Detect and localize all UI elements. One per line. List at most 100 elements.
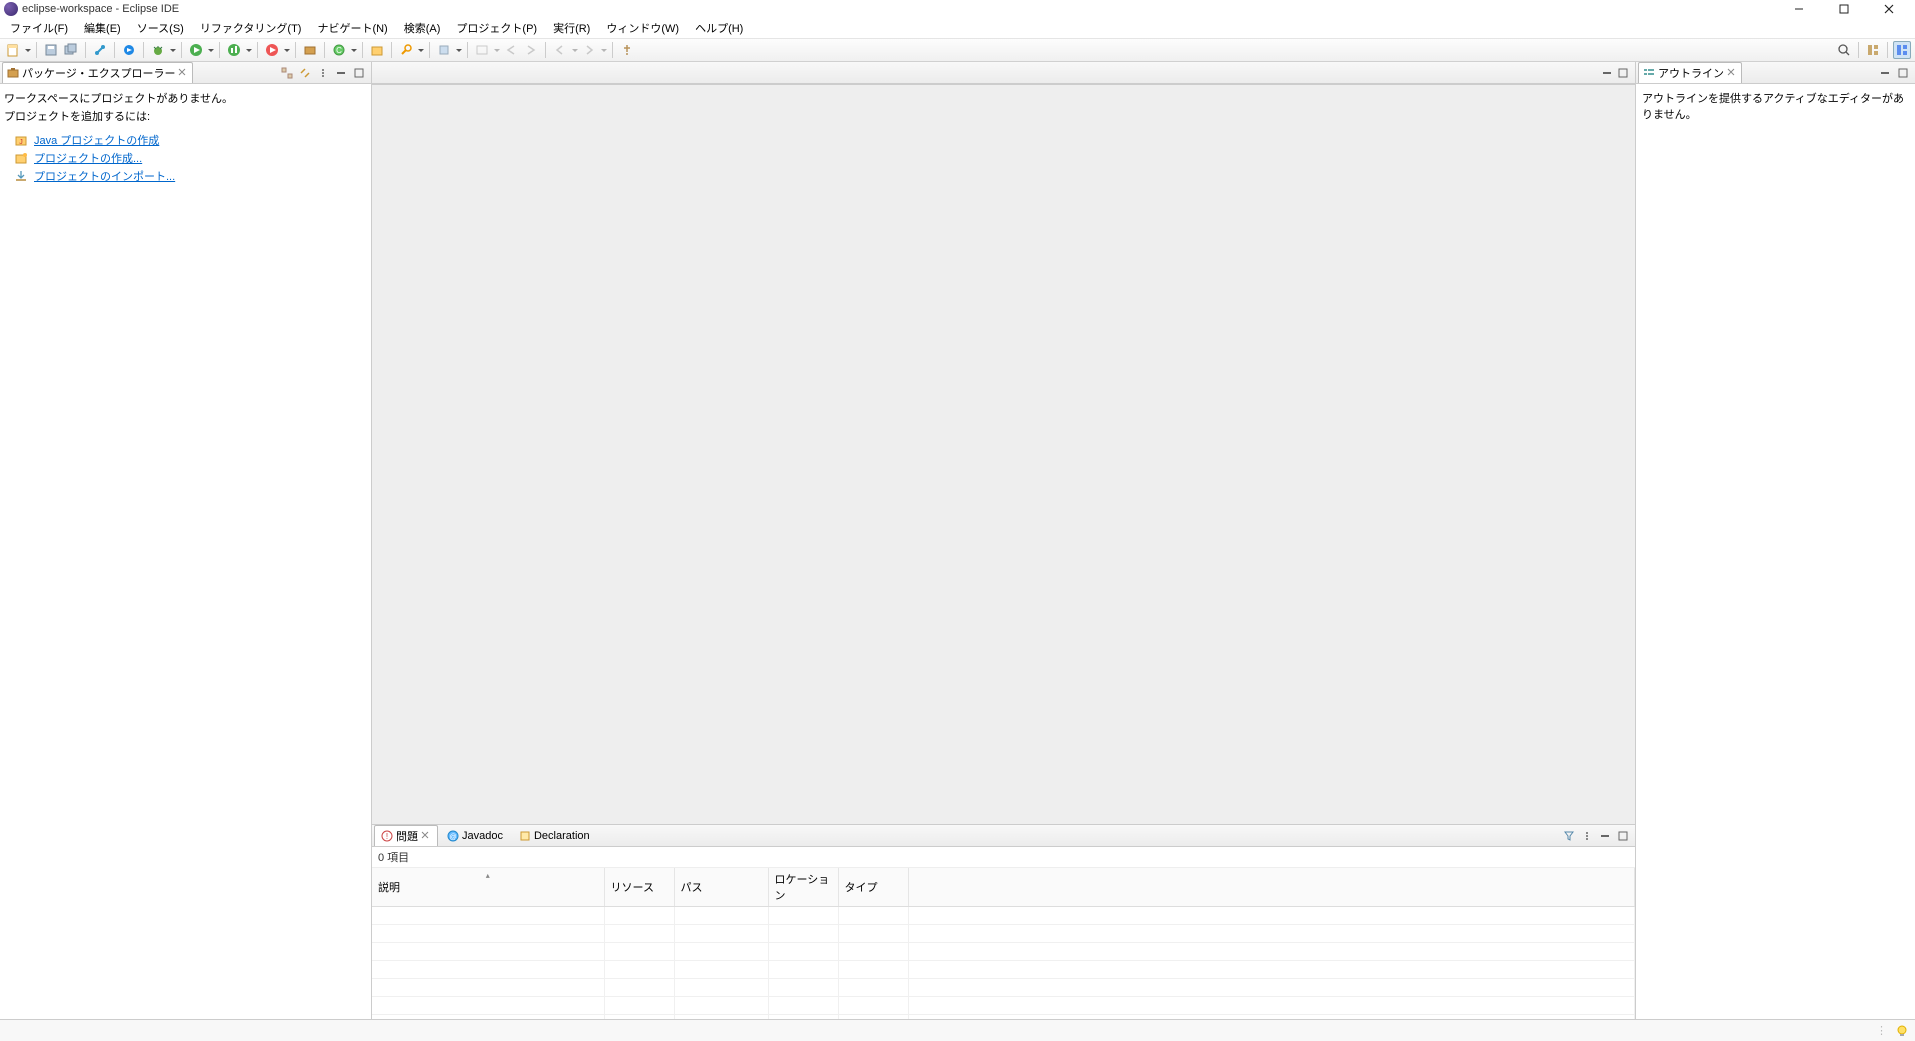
- package-explorer-body: ワークスペースにプロジェクトがありません。 プロジェクトを追加するには: J J…: [0, 84, 371, 1019]
- toggle-dropdown[interactable]: [455, 46, 462, 55]
- menu-edit[interactable]: 編集(E): [76, 18, 129, 38]
- tab-declaration[interactable]: Declaration: [512, 827, 597, 845]
- editor-area[interactable]: [372, 84, 1635, 824]
- menu-source[interactable]: ソース(S): [129, 18, 192, 38]
- forward-dropdown[interactable]: [600, 46, 607, 55]
- sort-indicator-icon: ▴: [486, 871, 490, 880]
- main-toolbar: C: [0, 38, 1915, 62]
- open-type-button[interactable]: [368, 41, 386, 59]
- package-explorer-close-icon[interactable]: [178, 68, 188, 78]
- java-project-icon: J: [14, 133, 28, 147]
- run-button[interactable]: [187, 41, 205, 59]
- col-description[interactable]: 説明▴: [372, 868, 604, 907]
- menu-search[interactable]: 検索(A): [396, 18, 449, 38]
- outline-icon: [1643, 67, 1655, 79]
- nav-annotation-dropdown[interactable]: [493, 46, 500, 55]
- outline-maximize-button[interactable]: [1895, 65, 1911, 81]
- tab-problems-close-icon[interactable]: [421, 831, 431, 841]
- external-button[interactable]: [263, 41, 281, 59]
- forward-button[interactable]: [580, 41, 598, 59]
- save-button[interactable]: [42, 41, 60, 59]
- outline-close-icon[interactable]: [1727, 68, 1737, 78]
- new-package-button[interactable]: [301, 41, 319, 59]
- prev-annotation-button[interactable]: [502, 41, 520, 59]
- next-annotation-button[interactable]: [522, 41, 540, 59]
- outline-empty-message: アウトラインを提供するアクティブなエディターがありません。: [1642, 93, 1904, 121]
- new-class-button[interactable]: C: [330, 41, 348, 59]
- col-type[interactable]: タイプ: [838, 868, 908, 907]
- pe-minimize-button[interactable]: [333, 65, 349, 81]
- menu-help[interactable]: ヘルプ(H): [687, 18, 751, 38]
- col-location[interactable]: ロケーション: [768, 868, 838, 907]
- coverage-dropdown[interactable]: [245, 46, 252, 55]
- open-perspective-button[interactable]: [1864, 41, 1882, 59]
- pe-link-import-project[interactable]: プロジェクトのインポート...: [14, 168, 367, 184]
- outline-minimize-button[interactable]: [1877, 65, 1893, 81]
- build-button[interactable]: [120, 41, 138, 59]
- tab-javadoc-label: Javadoc: [462, 830, 503, 842]
- outline-title: アウトライン: [1658, 65, 1724, 81]
- back-dropdown[interactable]: [571, 46, 578, 55]
- menu-navigate[interactable]: ナビゲート(N): [309, 18, 395, 38]
- problems-filter-button[interactable]: [1561, 828, 1577, 844]
- window-close-button[interactable]: [1866, 0, 1911, 18]
- window-maximize-button[interactable]: [1821, 0, 1866, 18]
- col-resource[interactable]: リソース: [604, 868, 674, 907]
- package-explorer-tab[interactable]: パッケージ・エクスプローラー: [2, 62, 193, 83]
- tab-javadoc[interactable]: @ Javadoc: [440, 827, 510, 845]
- menu-window[interactable]: ウィンドウ(W): [598, 18, 687, 38]
- pe-empty-message-2: プロジェクトを追加するには:: [4, 108, 367, 124]
- bottom-tabs: ! 問題 @ Javadoc Declaration: [372, 825, 1635, 847]
- window-minimize-button[interactable]: [1776, 0, 1821, 18]
- pin-button[interactable]: [618, 41, 636, 59]
- search-task-dropdown[interactable]: [417, 46, 424, 55]
- java-perspective-button[interactable]: [1893, 41, 1911, 59]
- run-dropdown[interactable]: [207, 46, 214, 55]
- editor-minimize-button[interactable]: [1599, 65, 1615, 81]
- search-task-button[interactable]: [397, 41, 415, 59]
- pe-view-menu-button[interactable]: [315, 65, 331, 81]
- new-button[interactable]: [4, 41, 22, 59]
- link-button[interactable]: [91, 41, 109, 59]
- bottom-panel: ! 問題 @ Javadoc Declaration: [372, 824, 1635, 1019]
- editor-maximize-button[interactable]: [1615, 65, 1631, 81]
- new-class-dropdown[interactable]: [350, 46, 357, 55]
- menu-file[interactable]: ファイル(F): [2, 18, 76, 38]
- package-explorer-header: パッケージ・エクスプローラー: [0, 62, 371, 84]
- pe-link-import-project-label[interactable]: プロジェクトのインポート...: [34, 168, 175, 184]
- debug-button[interactable]: [149, 41, 167, 59]
- pe-link-editor-button[interactable]: [297, 65, 313, 81]
- coverage-button[interactable]: [225, 41, 243, 59]
- pe-maximize-button[interactable]: [351, 65, 367, 81]
- pe-link-create-project-label[interactable]: プロジェクトの作成...: [34, 150, 142, 166]
- pe-link-create-java[interactable]: J Java プロジェクトの作成: [14, 132, 367, 148]
- pe-collapse-all-button[interactable]: [279, 65, 295, 81]
- tab-problems[interactable]: ! 問題: [374, 825, 438, 846]
- problems-minimize-button[interactable]: [1597, 828, 1613, 844]
- save-all-button[interactable]: [62, 41, 80, 59]
- pe-link-create-java-label[interactable]: Java プロジェクトの作成: [34, 132, 159, 148]
- debug-dropdown[interactable]: [169, 46, 176, 55]
- outline-tab[interactable]: アウトライン: [1638, 62, 1742, 83]
- import-icon: [14, 169, 28, 183]
- nav-annotation-button[interactable]: [473, 41, 491, 59]
- problems-view-menu-button[interactable]: [1579, 828, 1595, 844]
- menu-refactor[interactable]: リファクタリング(T): [192, 18, 310, 38]
- pe-link-create-project[interactable]: プロジェクトの作成...: [14, 150, 367, 166]
- tip-of-day-icon[interactable]: [1895, 1024, 1909, 1038]
- quick-access-search-button[interactable]: [1835, 41, 1853, 59]
- table-row: [372, 925, 1635, 943]
- problems-maximize-button[interactable]: [1615, 828, 1631, 844]
- col-path[interactable]: パス: [674, 868, 768, 907]
- back-button[interactable]: [551, 41, 569, 59]
- status-bar: ⋮: [0, 1019, 1915, 1041]
- package-explorer-icon: [7, 67, 19, 79]
- new-dropdown[interactable]: [24, 46, 31, 55]
- main-menu-bar: ファイル(F) 編集(E) ソース(S) リファクタリング(T) ナビゲート(N…: [0, 18, 1915, 38]
- toggle-button[interactable]: [435, 41, 453, 59]
- menu-run[interactable]: 実行(R): [545, 18, 598, 38]
- menu-project[interactable]: プロジェクト(P): [448, 18, 545, 38]
- problems-table[interactable]: 説明▴ リソース パス ロケーション タイプ: [372, 868, 1635, 1019]
- external-dropdown[interactable]: [283, 46, 290, 55]
- package-explorer-view: パッケージ・エクスプローラー ワークスペースにプロジェクトがありません。 プロジ…: [0, 62, 372, 1019]
